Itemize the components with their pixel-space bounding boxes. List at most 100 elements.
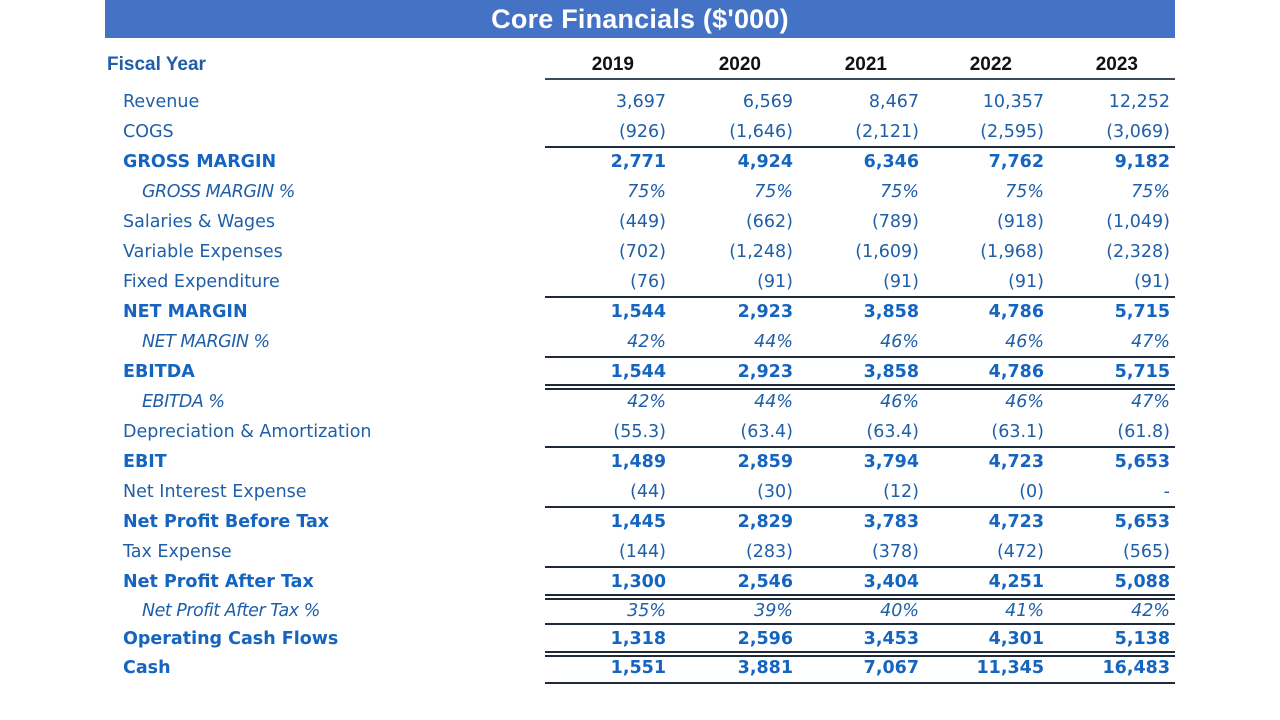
year-header-2020: 2020 [718,54,761,75]
cell-2019: 1,544 [610,302,666,322]
cell-2021: 3,794 [863,452,919,472]
cell-2021: 75% [880,182,919,202]
cell-2019: (926) [618,122,666,142]
year-header-2023: 2023 [1095,54,1138,75]
cell-2021: (2,121) [855,122,919,142]
cell-2019: 42% [627,392,666,412]
cell-2022: 11,345 [976,658,1044,678]
table-row-fixed-expenditure: Fixed Expenditure (76) (91) (91) (91) (91) [0,267,1280,297]
row-label: Fixed Expenditure [123,272,280,292]
cell-2022: 46% [1005,332,1044,352]
cell-2020: 2,596 [737,629,793,649]
rule-under-cogs [545,146,1175,148]
cell-2023: (2,328) [1106,242,1170,262]
cell-2023: (3,069) [1106,122,1170,142]
row-label: NET MARGIN % [142,332,270,352]
cell-2019: 1,544 [610,362,666,382]
row-label: Revenue [123,92,200,112]
row-label: Operating Cash Flows [123,629,339,649]
row-label: Net Interest Expense [123,482,307,502]
row-label: Depreciation & Amortization [123,422,372,442]
cell-2023: 5,715 [1114,362,1170,382]
cell-2021: (1,609) [855,242,919,262]
cell-2019: 1,489 [610,452,666,472]
header-rule [545,78,1175,80]
cell-2020: 44% [754,392,793,412]
cell-2019: 3,697 [615,92,666,112]
cell-2019: 35% [627,601,666,621]
cell-2020: 39% [754,601,793,621]
cell-2021: (12) [883,482,919,502]
rule-under-net-interest [545,506,1175,508]
cell-2023: 75% [1131,182,1170,202]
cell-2022: (472) [996,542,1044,562]
cell-2023: (1,049) [1106,212,1170,232]
row-label: Salaries & Wages [123,212,276,232]
cell-2023: 9,182 [1114,152,1170,172]
cell-2022: (2,595) [980,122,1044,142]
rule-under-tax-expense [545,566,1175,568]
cell-2020: (91) [757,272,793,292]
cell-2022: 10,357 [982,92,1044,112]
cell-2019: 2,771 [610,152,666,172]
cell-2020: 2,829 [737,512,793,532]
table-row-cogs: COGS (926) (1,646) (2,121) (2,595) (3,069) [0,117,1280,147]
cell-2020: 75% [754,182,793,202]
table-row-gross-margin: GROSS MARGIN 2,771 4,924 6,346 7,762 9,182 [0,147,1280,177]
cell-2022: (91) [1008,272,1044,292]
cell-2020: 4,924 [737,152,793,172]
row-label: EBITDA [123,362,195,382]
rule-under-npat [545,594,1175,600]
cell-2022: 4,723 [988,512,1044,532]
cell-2021: 6,346 [863,152,919,172]
cell-2021: 40% [880,601,919,621]
row-label: NET MARGIN [123,302,248,322]
rule-under-fixed-expenditure [545,296,1175,298]
cell-2020: (1,646) [729,122,793,142]
cell-2020: (662) [745,212,793,232]
cell-2022: (1,968) [980,242,1044,262]
cell-2023: 5,653 [1114,452,1170,472]
cell-2023: (91) [1134,272,1170,292]
table-row-net-profit-after-tax: Net Profit After Tax % 35% 39% 40% 41% 42% [0,596,1280,626]
table-row-variable-expenses: Variable Expenses (702) (1,248) (1,609) (1,9… [0,237,1280,267]
cell-2023: 47% [1131,332,1170,352]
table-row-cash: Cash 1,551 3,881 7,067 11,345 16,483 [0,653,1280,683]
table-row-revenue: Revenue 3,697 6,569 8,467 10,357 12,252 [0,87,1280,117]
cell-2023: (61.8) [1117,422,1170,442]
cell-2021: 8,467 [868,92,919,112]
cell-2019: 42% [627,332,666,352]
cell-2021: (789) [871,212,919,232]
cell-2023: 42% [1131,601,1170,621]
cell-2021: (91) [883,272,919,292]
row-label: GROSS MARGIN [123,152,277,172]
cell-2023: 47% [1131,392,1170,412]
cell-2020: (30) [757,482,793,502]
cell-2022: 46% [1005,392,1044,412]
cell-2022: 4,786 [988,302,1044,322]
table-row-ebit: EBIT 1,489 2,859 3,794 4,723 5,653 [0,447,1280,477]
rule-under-npat-pct [545,623,1175,625]
cell-2019: (144) [618,542,666,562]
cell-2020: 3,881 [737,658,793,678]
cell-2019: (449) [618,212,666,232]
cell-2019: 1,318 [610,629,666,649]
cell-2023: 16,483 [1102,658,1170,678]
cell-2019: 1,300 [610,572,666,592]
cell-2020: (1,248) [729,242,793,262]
cell-2023: 5,138 [1114,629,1170,649]
cell-2023: 5,715 [1114,302,1170,322]
cell-2019: 1,551 [610,658,666,678]
row-label: Net Profit After Tax [123,572,314,592]
cell-2021: 7,067 [863,658,919,678]
cell-2022: (0) [1019,482,1044,502]
rule-under-operating-cash-flows [545,651,1175,657]
table-row-salaries-wages: Salaries & Wages (449) (662) (789) (918) (1,0… [0,207,1280,237]
cell-2019: (702) [618,242,666,262]
table-row-gross-margin: GROSS MARGIN % 75% 75% 75% 75% 75% [0,177,1280,207]
cell-2021: (63.4) [866,422,919,442]
cell-2022: (63.1) [991,422,1044,442]
cell-2019: (44) [630,482,666,502]
report-title: Core Financials ($'000) [105,0,1175,38]
cell-2023: 5,088 [1114,572,1170,592]
